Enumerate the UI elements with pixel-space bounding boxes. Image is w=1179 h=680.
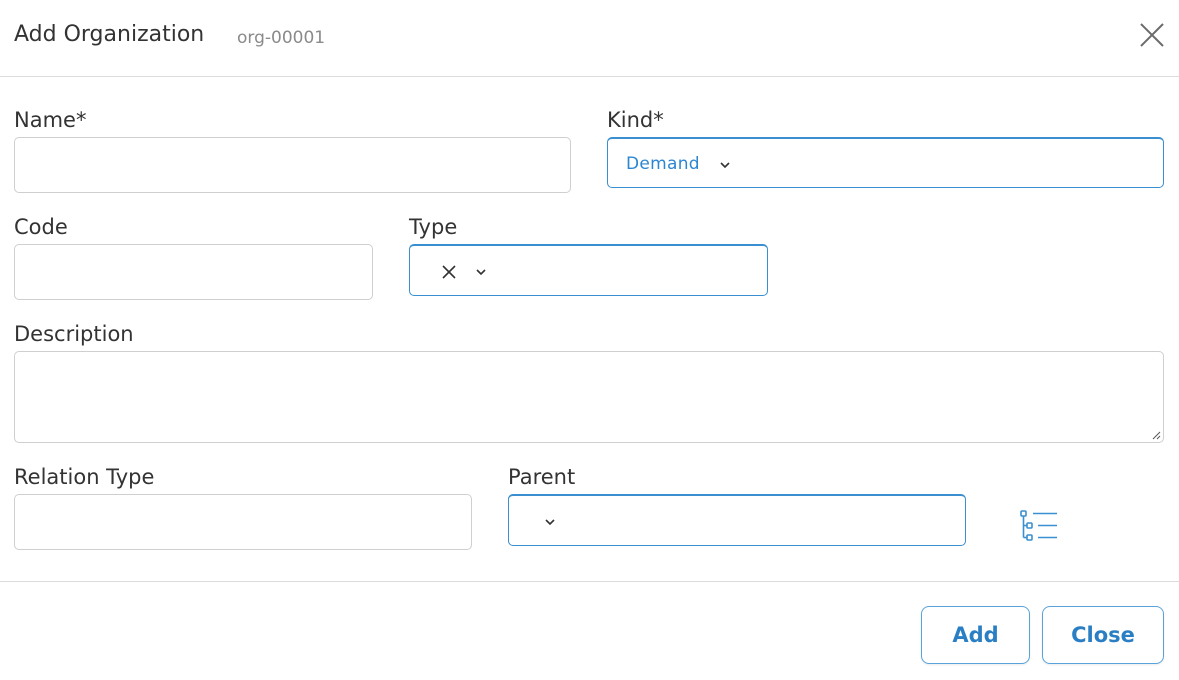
relation-type-input[interactable]	[14, 494, 472, 550]
name-input[interactable]	[14, 137, 571, 193]
add-button[interactable]: Add	[921, 606, 1030, 664]
type-select[interactable]	[409, 244, 768, 296]
description-textarea[interactable]	[14, 351, 1164, 443]
chevron-down-icon[interactable]	[474, 267, 488, 277]
code-label: Code	[14, 215, 68, 239]
close-button[interactable]: Close	[1042, 606, 1164, 664]
description-wrapper	[14, 351, 1164, 443]
dialog-title: Add Organization	[14, 22, 205, 47]
kind-label: Kind*	[607, 108, 664, 132]
kind-selected-value: Demand	[626, 154, 700, 174]
dialog-subtitle: org-00001	[237, 28, 326, 48]
kind-select[interactable]: Demand	[607, 137, 1164, 188]
relation-type-label: Relation Type	[14, 465, 155, 489]
parent-label: Parent	[508, 465, 576, 489]
tree-view-icon[interactable]	[1019, 508, 1059, 544]
parent-select[interactable]	[508, 494, 966, 546]
close-icon[interactable]	[1138, 21, 1166, 49]
resize-grip-icon[interactable]	[1151, 430, 1161, 440]
code-input[interactable]	[14, 244, 373, 300]
chevron-down-icon[interactable]	[543, 517, 557, 527]
chevron-down-icon[interactable]	[718, 160, 732, 170]
dialog-header: Add Organization org-00001	[0, 0, 1179, 77]
add-organization-dialog: Add Organization org-00001 Name* Kind* D…	[0, 0, 1179, 680]
description-label: Description	[14, 322, 134, 346]
footer-divider	[0, 581, 1179, 582]
name-label: Name*	[14, 108, 87, 132]
type-label: Type	[409, 215, 458, 239]
clear-icon[interactable]	[441, 264, 457, 280]
